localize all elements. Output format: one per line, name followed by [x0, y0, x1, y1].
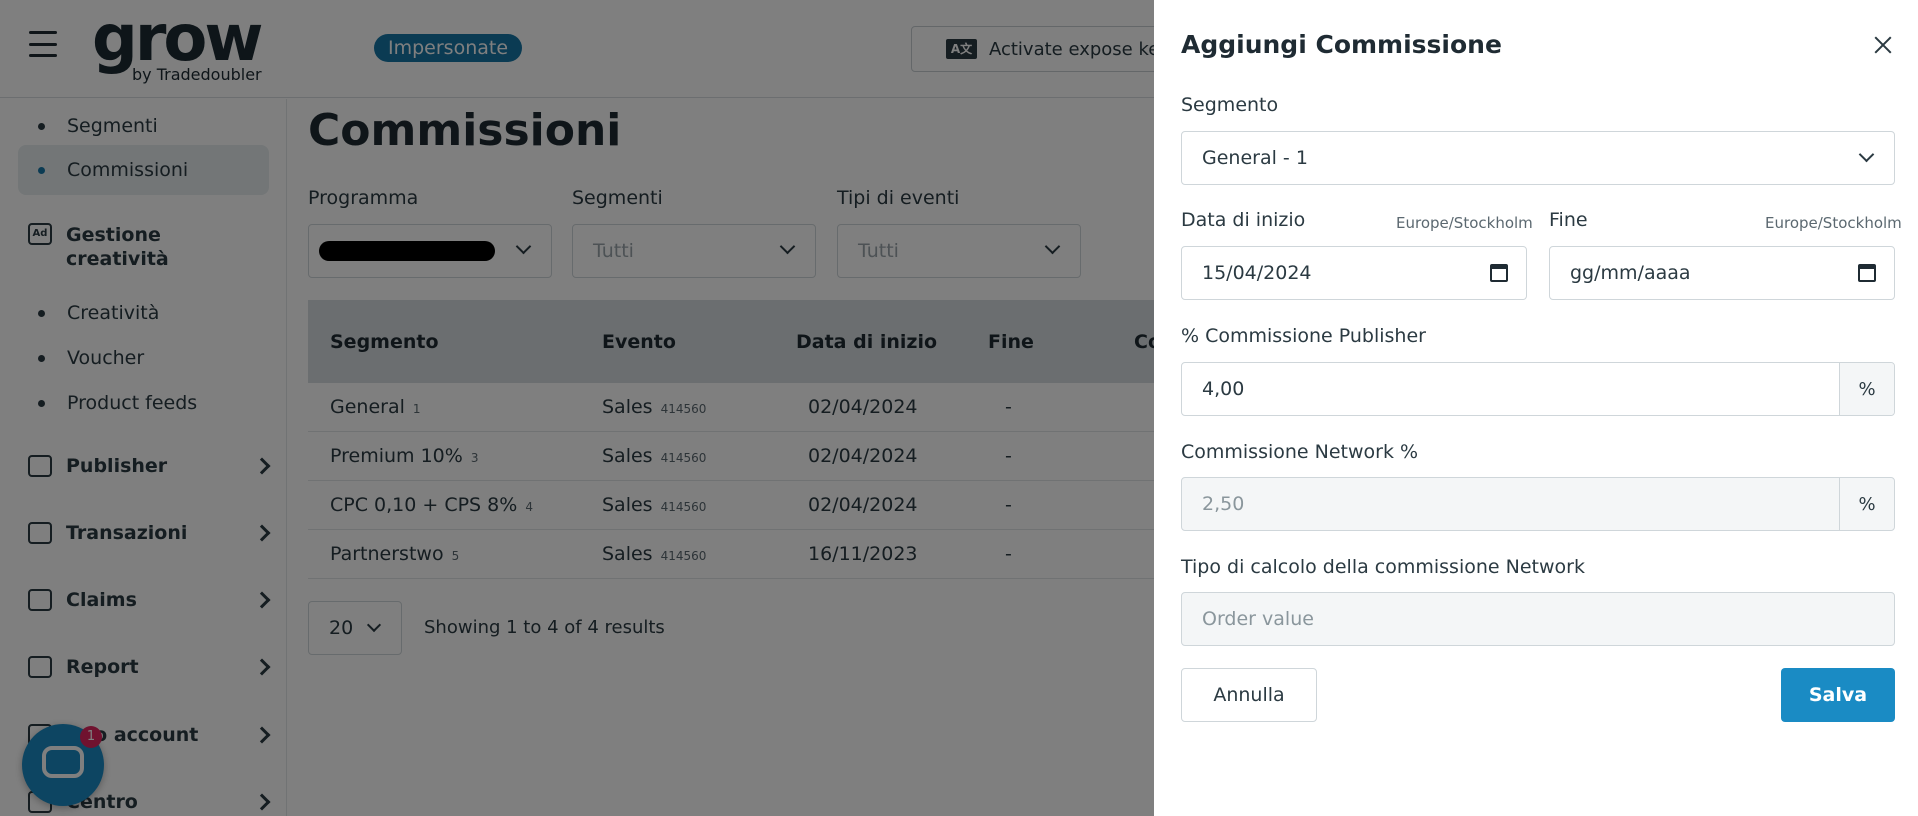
- start-date-label: Data di inizio: [1181, 209, 1306, 231]
- calc-type-value: Order value: [1202, 608, 1314, 630]
- segment-value: General - 1: [1202, 147, 1308, 169]
- end-date-input[interactable]: gg/mm/aaaa: [1549, 246, 1895, 300]
- percent-suffix: %: [1839, 478, 1894, 530]
- end-date-placeholder: gg/mm/aaaa: [1570, 262, 1691, 284]
- segment-label: Segmento: [1181, 94, 1279, 116]
- network-commission-label: Commissione Network %: [1181, 441, 1419, 463]
- end-date-label: Fine: [1549, 209, 1588, 231]
- calendar-icon[interactable]: [1858, 264, 1876, 282]
- add-commission-drawer: Aggiungi Commissione Segmento General - …: [1154, 0, 1918, 816]
- start-date-input[interactable]: 15/04/2024: [1181, 246, 1527, 300]
- publisher-commission-value: 4,00: [1202, 378, 1245, 400]
- percent-suffix: %: [1839, 363, 1894, 415]
- segment-select[interactable]: General - 1: [1181, 131, 1895, 185]
- save-button[interactable]: Salva: [1781, 668, 1895, 722]
- close-icon[interactable]: [1872, 34, 1894, 56]
- drawer-title: Aggiungi Commissione: [1181, 30, 1502, 59]
- calendar-icon[interactable]: [1490, 264, 1508, 282]
- start-date-value: 15/04/2024: [1202, 262, 1312, 284]
- publisher-commission-input[interactable]: 4,00 %: [1181, 362, 1895, 416]
- calc-type-label: Tipo di calcolo della commissione Networ…: [1181, 556, 1585, 578]
- chevron-down-icon: [1858, 146, 1875, 163]
- network-commission-input: 2,50 %: [1181, 477, 1895, 531]
- network-commission-value: 2,50: [1202, 493, 1245, 515]
- calc-type-input: Order value: [1181, 592, 1895, 646]
- cancel-button[interactable]: Annulla: [1181, 668, 1317, 722]
- publisher-commission-label: % Commissione Publisher: [1181, 325, 1426, 347]
- end-timezone: Europe/Stockholm: [1765, 214, 1902, 232]
- start-timezone: Europe/Stockholm: [1396, 214, 1533, 232]
